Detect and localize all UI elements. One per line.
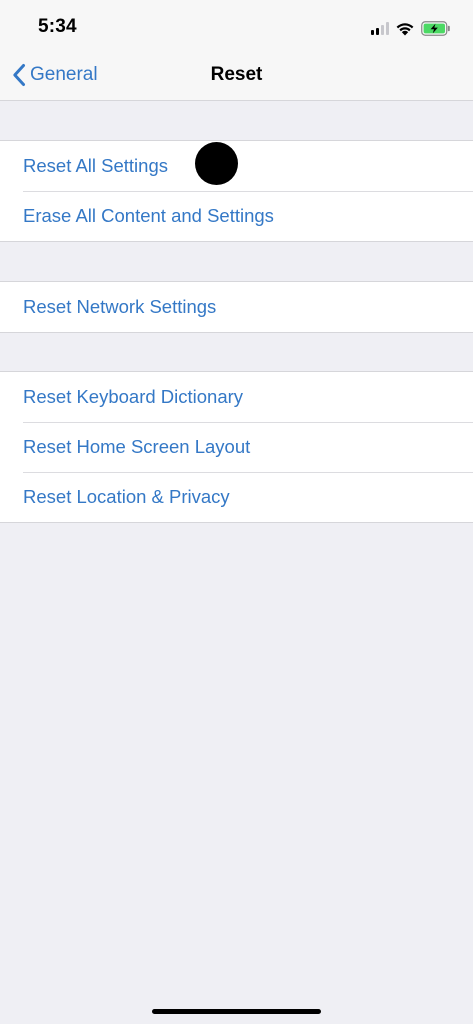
reset-network-settings-row[interactable]: Reset Network Settings — [0, 282, 473, 332]
row-label: Reset All Settings — [23, 155, 168, 176]
row-label: Reset Home Screen Layout — [23, 436, 251, 457]
page-title: Reset — [210, 64, 263, 85]
reset-group-2: Reset Network Settings — [0, 281, 473, 333]
row-label: Reset Location & Privacy — [23, 486, 230, 507]
row-label: Reset Keyboard Dictionary — [23, 386, 244, 407]
touch-indicator — [195, 142, 238, 185]
reset-location-privacy-row[interactable]: Reset Location & Privacy — [0, 472, 473, 522]
row-label: Erase All Content and Settings — [23, 205, 274, 226]
battery-charging-icon — [421, 20, 450, 36]
row-label: Reset Network Settings — [23, 296, 217, 317]
top-bar: 5:34 General Reset — [0, 0, 473, 101]
settings-reset-screen: 5:34 General Reset Reset All Settings Er… — [0, 0, 473, 1024]
home-indicator[interactable] — [152, 1009, 321, 1014]
status-icons — [371, 18, 451, 38]
status-time: 5:34 — [38, 16, 77, 37]
reset-keyboard-dictionary-row[interactable]: Reset Keyboard Dictionary — [0, 372, 473, 422]
wifi-icon — [396, 22, 414, 35]
cellular-signal-icon — [371, 21, 389, 35]
erase-all-content-row[interactable]: Erase All Content and Settings — [0, 191, 473, 241]
reset-home-screen-layout-row[interactable]: Reset Home Screen Layout — [0, 422, 473, 472]
reset-group-3: Reset Keyboard Dictionary Reset Home Scr… — [0, 371, 473, 523]
